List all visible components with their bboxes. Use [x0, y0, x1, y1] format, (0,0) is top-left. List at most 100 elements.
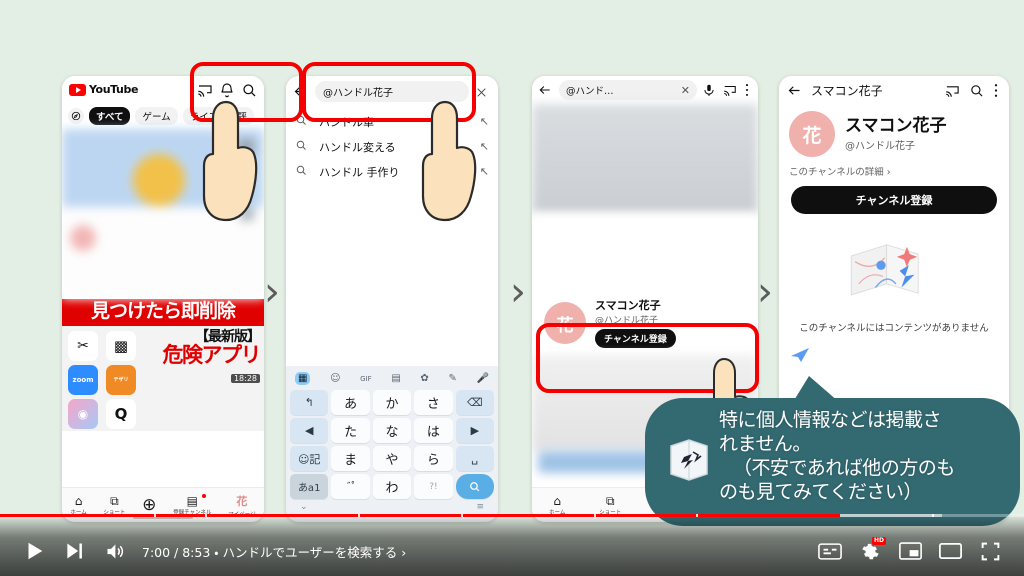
- key-na[interactable]: な: [372, 418, 412, 443]
- suggestion-label: ハンドル変える: [319, 140, 396, 154]
- chip-live[interactable]: ライブ: [182, 107, 226, 125]
- volume-button[interactable]: [94, 531, 134, 571]
- cast-icon[interactable]: [723, 82, 739, 98]
- key-search[interactable]: [455, 474, 494, 499]
- chip-games[interactable]: ゲーム: [135, 107, 178, 125]
- search-icon[interactable]: [969, 83, 985, 99]
- channel-details-link[interactable]: このチャンネルの詳細 ›: [789, 164, 999, 178]
- key-ha[interactable]: は: [414, 418, 453, 443]
- keyboard-bottom-row[interactable]: ⌄ ≡: [290, 499, 494, 512]
- youtube-play-icon: [69, 83, 86, 96]
- chip-all[interactable]: すべて: [89, 107, 131, 125]
- search-icon[interactable]: [241, 82, 257, 98]
- clipboard-icon[interactable]: ▤: [391, 373, 400, 384]
- list-item[interactable]: ハンドル変える ↖: [293, 134, 491, 159]
- mic-icon[interactable]: [702, 82, 718, 98]
- key-a[interactable]: あ: [331, 390, 370, 415]
- right-controls[interactable]: HD: [810, 531, 1010, 571]
- key-symbols[interactable]: ☺記: [290, 446, 329, 471]
- key-right[interactable]: ▶: [455, 418, 494, 443]
- nav-home[interactable]: ⌂ ホーム: [70, 495, 86, 516]
- youtube-logo: YouTube: [69, 83, 138, 96]
- key-punct[interactable]: ?!: [414, 474, 453, 499]
- miniplayer-icon[interactable]: [890, 531, 930, 571]
- time-and-chapter[interactable]: 7:00 / 8:53 ・ ハンドルでユーザーを検索する ›: [142, 542, 406, 561]
- key-ra[interactable]: ら: [414, 446, 453, 471]
- key-ka[interactable]: か: [372, 390, 412, 415]
- back-icon[interactable]: [787, 83, 803, 99]
- grid-icon[interactable]: ▦: [295, 372, 311, 385]
- key-left[interactable]: ◀: [290, 418, 329, 443]
- explore-chip[interactable]: [68, 108, 84, 124]
- list-item[interactable]: ハンドル車 ↖: [293, 109, 491, 134]
- suggestion-list[interactable]: ハンドル車 ↖ ハンドル変える ↖ ハンドル 手作り ↖: [286, 107, 498, 186]
- cast-icon[interactable]: [945, 83, 961, 99]
- key-undo[interactable]: ↰: [290, 390, 329, 415]
- search-result-item-blurred[interactable]: [532, 214, 758, 292]
- nav-subscriptions[interactable]: ▤ 登録チャンネル: [173, 493, 211, 516]
- keyboard-resize-icon[interactable]: ≡: [476, 502, 484, 512]
- back-icon[interactable]: [538, 82, 554, 98]
- key-ta[interactable]: た: [331, 418, 370, 443]
- back-icon[interactable]: [293, 84, 309, 100]
- chevron-down-icon[interactable]: ⌄: [300, 502, 308, 512]
- key-wa[interactable]: わ: [372, 474, 412, 499]
- settings-icon[interactable]: HD: [850, 531, 890, 571]
- player-controls[interactable]: 7:00 / 8:53 ・ ハンドルでユーザーを検索する › HD: [0, 514, 1024, 576]
- gear-icon[interactable]: ✿: [420, 373, 428, 384]
- key-ya[interactable]: や: [372, 446, 412, 471]
- nav-shorts[interactable]: ⧉ ショート: [599, 495, 621, 516]
- fullscreen-icon[interactable]: [970, 531, 1010, 571]
- chip-more[interactable]: 評: [230, 107, 254, 125]
- youtube-wordmark: YouTube: [89, 83, 139, 96]
- channel-result-card[interactable]: 花 スマコン花子 @ハンドル花子 チャンネル登録: [538, 292, 752, 355]
- key-dakuten[interactable]: ˝˚: [331, 474, 370, 499]
- search-input[interactable]: @ハンド… ✕: [559, 80, 697, 100]
- nav-create[interactable]: ⊕: [142, 497, 156, 514]
- video-duration: 18:28: [230, 373, 260, 383]
- key-sa[interactable]: さ: [414, 390, 453, 415]
- sticker-icon[interactable]: ☺: [330, 373, 340, 384]
- key-mode[interactable]: あa1: [290, 474, 329, 499]
- search-input[interactable]: @ハンドル花子: [315, 81, 469, 102]
- handwriting-icon[interactable]: ✎: [448, 373, 456, 384]
- category-chip-row[interactable]: すべて ゲーム ライブ 評: [62, 103, 264, 129]
- play-button[interactable]: [14, 531, 54, 571]
- search-icon: [295, 164, 311, 180]
- shorts-icon: ⧉: [110, 493, 119, 508]
- insert-arrow-icon[interactable]: ↖: [480, 115, 489, 128]
- subscribe-button[interactable]: チャンネル登録: [791, 186, 997, 214]
- nav-home[interactable]: ⌂ ホーム: [549, 495, 565, 516]
- clear-icon[interactable]: ✕: [681, 84, 690, 97]
- gif-icon[interactable]: GIF: [360, 375, 372, 383]
- nav-shorts[interactable]: ⧉ ショート: [103, 495, 125, 516]
- app-icon-3: zoom: [68, 364, 98, 395]
- controls-row[interactable]: 7:00 / 8:53 ・ ハンドルでユーザーを検索する › HD: [0, 526, 1024, 576]
- close-icon[interactable]: [475, 84, 491, 100]
- list-item[interactable]: ハンドル 手作り ↖: [293, 159, 491, 184]
- cast-icon[interactable]: [197, 82, 213, 98]
- next-button[interactable]: [54, 531, 94, 571]
- mic-icon[interactable]: 🎤: [476, 373, 488, 384]
- feed-video-blurred[interactable]: [62, 129, 264, 299]
- theater-icon[interactable]: [930, 531, 970, 571]
- key-grid[interactable]: ↰ あ か さ ⌫ ◀ た な は ▶ ☺記 ま や ら ␣ あa1 ˝˚ わ …: [290, 390, 494, 499]
- key-backspace[interactable]: ⌫: [455, 390, 494, 415]
- software-keyboard[interactable]: ▦ ☺ GIF ▤ ✿ ✎ 🎤 ↰ あ か さ ⌫ ◀ た な は ▶ ☺記 ま…: [286, 366, 498, 522]
- thumbnail-lower: ✂ ▩ zoom テザリ ◉ Q 【最新版】 危険アプリ 18:28: [62, 325, 264, 431]
- more-icon[interactable]: [993, 83, 1001, 99]
- keyboard-toolbar[interactable]: ▦ ☺ GIF ▤ ✿ ✎ 🎤: [290, 370, 494, 390]
- insert-arrow-icon[interactable]: ↖: [480, 165, 489, 178]
- more-icon[interactable]: [744, 82, 752, 98]
- insert-arrow-icon[interactable]: ↖: [480, 140, 489, 153]
- quality-badge: HD: [871, 537, 886, 545]
- empty-state: このチャンネルにはコンテンツがありません: [789, 230, 999, 334]
- captions-icon[interactable]: [810, 531, 850, 571]
- book-icon: [670, 439, 708, 481]
- key-ma[interactable]: ま: [331, 446, 370, 471]
- subscribe-button[interactable]: チャンネル登録: [595, 328, 676, 348]
- key-space[interactable]: ␣: [455, 446, 494, 471]
- bell-icon[interactable]: [219, 82, 235, 98]
- search-result-video-blurred[interactable]: [532, 104, 758, 214]
- step-separator-2: ›: [510, 269, 526, 315]
